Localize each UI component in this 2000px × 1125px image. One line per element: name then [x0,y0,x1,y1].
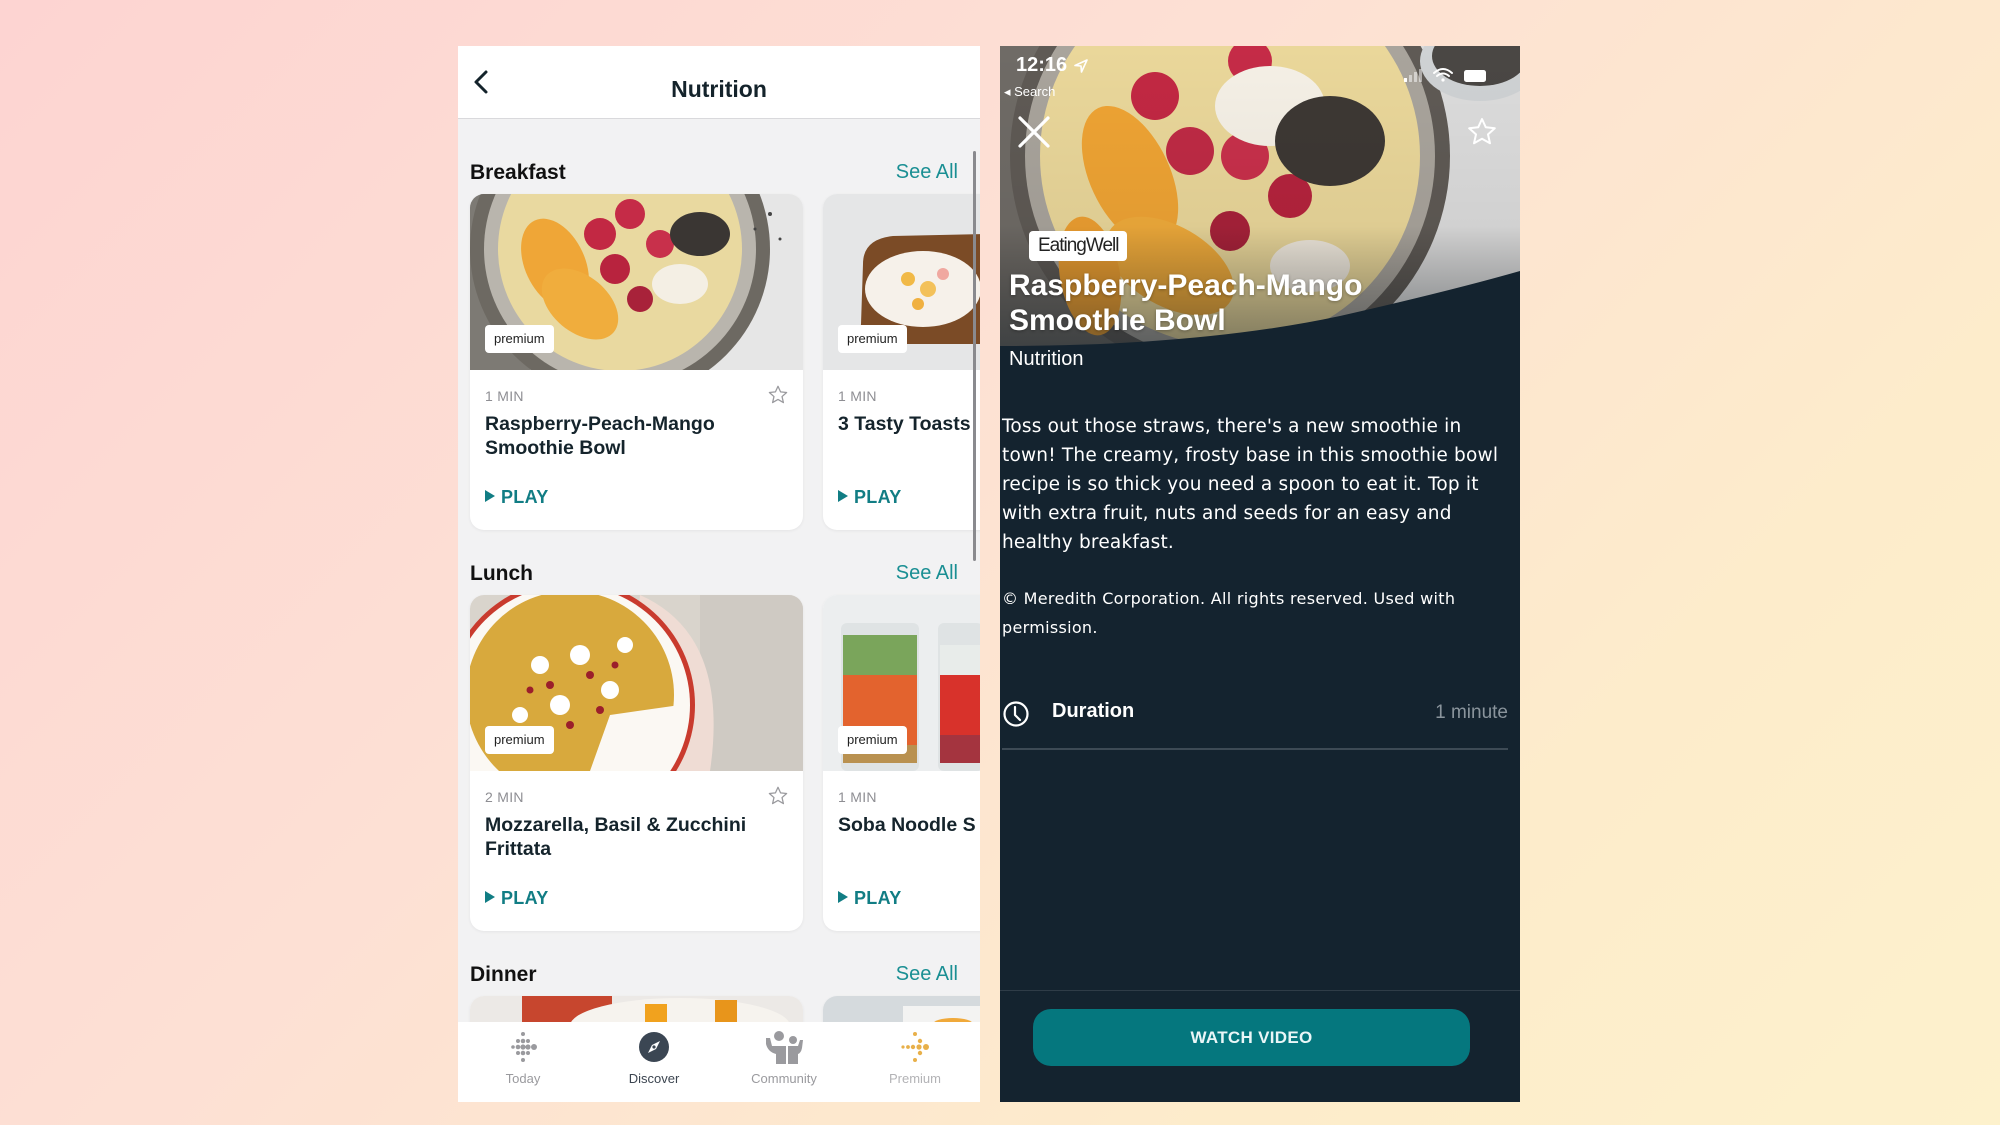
people-icon [766,1031,803,1064]
duration-label: Duration [1052,700,1135,722]
tab-premium[interactable]: Premium [850,1022,980,1102]
page-title: Nutrition [671,76,767,102]
premium-badge: premium [838,726,907,754]
see-all-dinner-link[interactable]: See All [896,963,958,986]
signal-icon [1404,69,1422,82]
recipe-card[interactable]: premium 1 MIN Soba Noodle S PLAY [823,595,980,931]
tab-label: Premium [888,1071,941,1086]
recipe-detail-screen: 12:16 ◂ Search EatingWell Raspberry-Peac… [1000,46,1520,1102]
duration-label: 1 MIN [485,388,524,404]
clock-icon [1003,701,1029,727]
recipe-category: Nutrition [1009,348,1084,370]
recipe-card[interactable]: premium 2 MIN Mozzarella, Basil & Zucchi… [470,595,803,931]
recipe-title: Mozzarella, Basil & Zucchini Frittata [485,814,747,860]
play-label: PLAY [501,888,549,908]
bottom-tab-bar: Today Discover Community Premium [458,1022,980,1102]
premium-badge: premium [485,325,554,353]
recipe-card[interactable]: premium 1 MIN Raspberry-Peach-Mango Smoo… [470,194,803,530]
bottom-action-bar: WATCH VIDEO [1000,990,1520,1102]
nutrition-list-screen: Nutrition Breakfast See All premium 1 MI… [458,46,980,1102]
tab-today[interactable]: Today [458,1022,588,1102]
star-outline-icon[interactable] [767,785,789,807]
tab-label: Community [751,1071,817,1086]
battery-icon [1464,70,1486,82]
copyright-text: © Meredith Corporation. All rights reser… [1002,589,1456,637]
section-title: Lunch [470,562,533,585]
wifi-icon [1433,68,1453,82]
premium-badge: premium [838,325,907,353]
compass-icon [639,1032,669,1062]
duration-row: Duration 1 minute [1002,694,1508,750]
recipe-title: Raspberry-Peach-Mango Smoothie Bowl [485,413,715,459]
duration-label: 1 MIN [838,388,877,404]
section-title: Dinner [470,963,537,986]
fitbit-dots-icon [511,1032,537,1062]
location-arrow-icon [1074,59,1088,73]
play-label: PLAY [854,888,902,908]
section-header-dinner: Dinner See All [470,963,958,993]
hero-image: 12:16 ◂ Search EatingWell Raspberry-Peac… [1000,46,1520,406]
close-icon[interactable] [1016,114,1052,150]
recipe-title: Soba Noodle S [838,814,976,836]
back-to-search-link[interactable]: ◂ Search [1004,84,1055,100]
play-button[interactable]: PLAY [838,487,902,508]
status-icons [1404,68,1486,82]
section-header-breakfast: Breakfast See All [470,161,958,191]
recipe-card[interactable]: premium 1 MIN 3 Tasty Toasts PLAY [823,194,980,530]
star-outline-icon[interactable] [1466,116,1498,148]
watch-video-button[interactable]: WATCH VIDEO [1033,1009,1470,1066]
status-time: 12:16 [1016,54,1068,76]
duration-label: 2 MIN [485,789,524,805]
source-logo-eatingwell: EatingWell [1029,231,1128,261]
tab-community[interactable]: Community [719,1022,849,1102]
recipe-title: 3 Tasty Toasts [838,413,971,435]
tab-label: Discover [628,1071,680,1086]
play-icon [838,891,848,903]
star-outline-icon[interactable] [767,384,789,406]
recipe-description: Toss out those straws, there's a new smo… [1002,416,1499,553]
tab-discover[interactable]: Discover [589,1022,719,1102]
section-header-lunch: Lunch See All [470,562,958,592]
nav-header: Nutrition [458,46,980,119]
scrollbar[interactable] [973,151,976,561]
duration-value: 1 minute [1435,702,1508,723]
play-button[interactable]: PLAY [485,888,549,909]
tab-label: Today [505,1071,541,1086]
duration-label: 1 MIN [838,789,877,805]
play-icon [485,490,495,502]
section-title: Breakfast [470,161,566,184]
play-icon [838,490,848,502]
recipe-title: Raspberry-Peach-Mango Smoothie Bowl [1009,269,1363,337]
premium-dots-icon [901,1032,929,1062]
premium-badge: premium [485,726,554,754]
see-all-lunch-link[interactable]: See All [896,562,958,585]
play-label: PLAY [854,487,902,507]
play-icon [485,891,495,903]
see-all-breakfast-link[interactable]: See All [896,161,958,184]
play-button[interactable]: PLAY [838,888,902,909]
play-label: PLAY [501,487,549,507]
play-button[interactable]: PLAY [485,487,549,508]
